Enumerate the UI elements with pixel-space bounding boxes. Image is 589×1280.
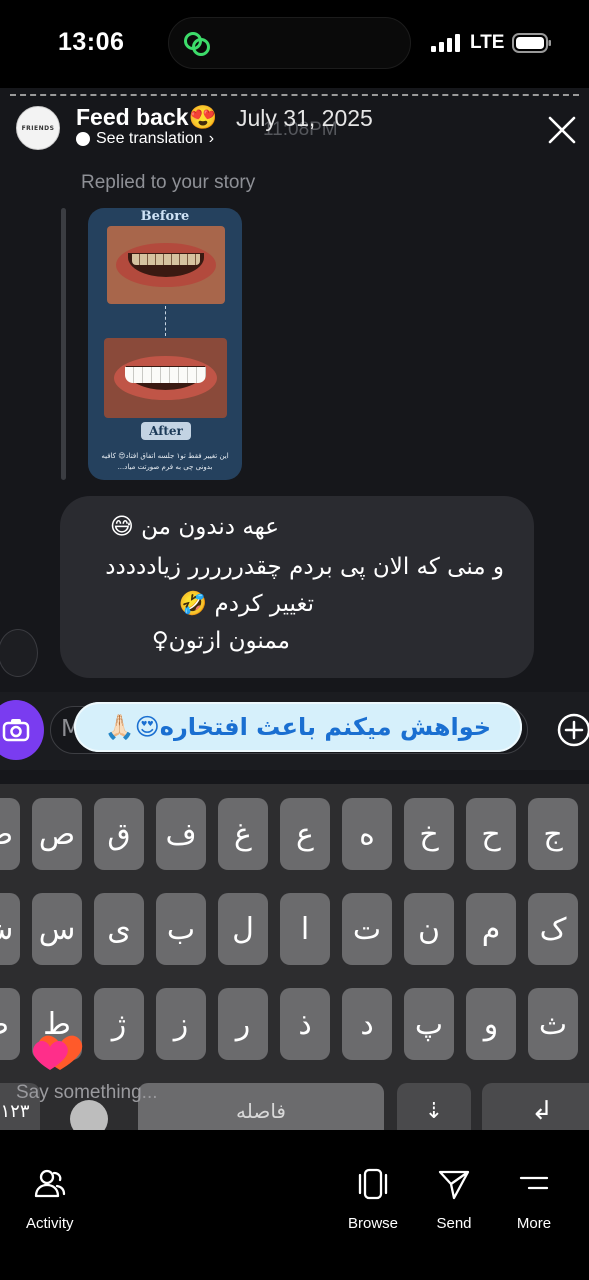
after-smile-image bbox=[104, 338, 227, 418]
keyboard-key[interactable]: ق bbox=[94, 798, 144, 870]
status-time: 13:06 bbox=[58, 28, 125, 56]
keyboard-key[interactable]: خ bbox=[404, 798, 454, 870]
story-preview-card[interactable]: Before After این تغییر فقط تو۱ جلسه اتفا… bbox=[88, 208, 242, 480]
keyboard-key[interactable]: ن bbox=[404, 893, 454, 965]
nav-activity-label: Activity bbox=[26, 1215, 74, 1232]
keyboard-key[interactable]: ی bbox=[94, 893, 144, 965]
add-icon[interactable] bbox=[556, 712, 589, 748]
send-icon bbox=[438, 1170, 470, 1200]
keyboard-key[interactable]: و bbox=[466, 988, 516, 1060]
keyboard-key[interactable]: د bbox=[342, 988, 392, 1060]
battery-icon bbox=[512, 33, 551, 53]
after-label: After bbox=[141, 422, 191, 440]
keyboard-key[interactable]: ر bbox=[218, 988, 268, 1060]
reply-quote-bar bbox=[61, 208, 66, 480]
keyboard-key[interactable]: ب bbox=[156, 893, 206, 965]
sender-avatar[interactable] bbox=[0, 629, 38, 677]
story-progress-divider bbox=[10, 94, 579, 96]
nav-browse-label: Browse bbox=[348, 1215, 399, 1232]
status-bar: 13:06 LTE bbox=[0, 0, 589, 88]
nav-browse[interactable]: Browse bbox=[348, 1166, 398, 1232]
dynamic-island bbox=[168, 17, 411, 69]
comment-placeholder: Say something... bbox=[16, 1082, 158, 1103]
see-translation-label: See translation bbox=[96, 130, 203, 147]
keyboard-key[interactable]: ف bbox=[156, 798, 206, 870]
keyboard-key[interactable]: ل bbox=[218, 893, 268, 965]
keyboard-key[interactable]: ذ bbox=[280, 988, 330, 1060]
browse-icon bbox=[358, 1168, 388, 1200]
close-icon[interactable] bbox=[546, 114, 578, 146]
replied-label: Replied to your story bbox=[81, 172, 256, 193]
bottom-nav: Activity Browse Send More bbox=[0, 1130, 589, 1280]
nav-more[interactable]: More bbox=[516, 1166, 552, 1232]
signal-icon bbox=[431, 34, 460, 52]
divider-dashed bbox=[165, 306, 166, 336]
avatar[interactable]: FRIENDS bbox=[16, 106, 60, 150]
keyboard-key[interactable]: ت bbox=[342, 893, 392, 965]
keyboard-key[interactable]: ز bbox=[156, 988, 206, 1060]
story-date: July 31, 2025 bbox=[236, 105, 373, 131]
speech-bubble-icon bbox=[76, 132, 90, 146]
keyboard-key[interactable]: ص bbox=[32, 798, 82, 870]
dismiss-keyboard-key[interactable]: ⇣ bbox=[397, 1083, 471, 1132]
keyboard-key[interactable]: س bbox=[32, 893, 82, 965]
message-line: عهه دندون من 😅 bbox=[109, 514, 279, 540]
activity-icon bbox=[34, 1169, 65, 1198]
keyboard-key[interactable]: ظ bbox=[0, 988, 20, 1060]
story-caption: این تغییر فقط تو۱ جلسه اتفاق افتاد😍 کافی… bbox=[101, 452, 229, 471]
chevron-right-icon: › bbox=[208, 130, 215, 147]
see-translation-link[interactable]: See translation › bbox=[76, 130, 214, 148]
nav-activity[interactable]: Activity bbox=[26, 1166, 74, 1232]
before-smile-image bbox=[107, 226, 225, 304]
keyboard: فاصله ۱۲۳ ⇣ ↲ جحخهعغفقصضکمنتالبیسشثوپدذر… bbox=[0, 784, 589, 1132]
hearts-icon[interactable] bbox=[30, 1030, 96, 1074]
message-bubble[interactable]: عهه دندون من 😅 و منی که الان پی بردم چقد… bbox=[60, 496, 534, 678]
before-label: Before bbox=[140, 209, 190, 224]
menu-icon bbox=[519, 1176, 549, 1190]
network-label: LTE bbox=[470, 32, 505, 53]
keyboard-key[interactable]: ث bbox=[528, 988, 578, 1060]
keyboard-key[interactable]: پ bbox=[404, 988, 454, 1060]
keyboard-key[interactable]: ژ bbox=[94, 988, 144, 1060]
message-line: ممنون ازتون♀ bbox=[151, 628, 290, 654]
keyboard-key[interactable]: ض bbox=[0, 798, 20, 870]
keyboard-key[interactable]: ح bbox=[466, 798, 516, 870]
keyboard-key[interactable]: ا bbox=[280, 893, 330, 965]
message-line: تغییر کردم 🤣 bbox=[178, 591, 314, 617]
keyboard-key[interactable]: م bbox=[466, 893, 516, 965]
story-author-name[interactable]: Feed back😍 bbox=[76, 104, 217, 131]
reply-sticker[interactable]: خواهش میکنم باعث افتخاره😍🙏🏻 bbox=[74, 702, 522, 752]
return-key[interactable]: ↲ bbox=[482, 1083, 589, 1132]
nav-send[interactable]: Send bbox=[436, 1166, 472, 1232]
link-rings-icon bbox=[184, 32, 210, 56]
camera-icon bbox=[2, 719, 30, 742]
keyboard-key[interactable]: ش bbox=[0, 893, 20, 965]
nav-send-label: Send bbox=[436, 1215, 472, 1232]
space-key[interactable]: فاصله bbox=[138, 1083, 384, 1132]
keyboard-key[interactable]: غ bbox=[218, 798, 268, 870]
keyboard-key[interactable]: ع bbox=[280, 798, 330, 870]
keyboard-key[interactable]: ه bbox=[342, 798, 392, 870]
keyboard-key[interactable]: ک bbox=[528, 893, 578, 965]
nav-more-label: More bbox=[516, 1215, 552, 1232]
story-reply-viewer: FRIENDS 11:08PM Feed back😍 July 31, 2025… bbox=[0, 88, 589, 793]
keyboard-key[interactable]: ج bbox=[528, 798, 578, 870]
message-line: و منی که الان پی بردم چقدررررر زیاددددد bbox=[105, 554, 504, 580]
